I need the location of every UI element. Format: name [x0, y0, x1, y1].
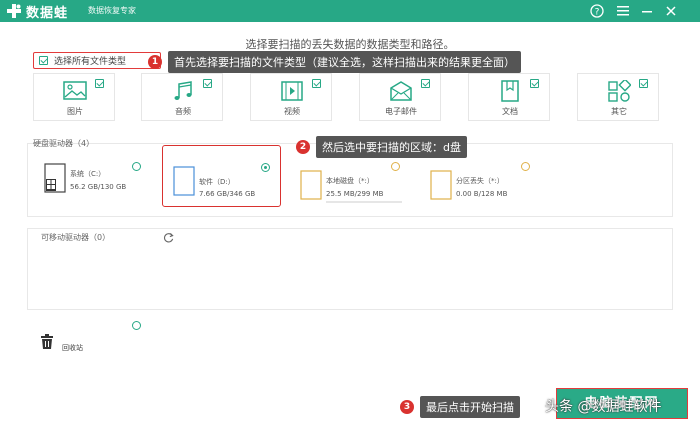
refresh-icon[interactable]: [163, 232, 174, 243]
drive-usage-bar: [326, 201, 402, 203]
callout-number: 1: [148, 55, 162, 69]
drive-d-radio[interactable]: [261, 163, 270, 172]
watermark-text: 头条 @数据蛙软件: [545, 399, 662, 415]
trash-icon: [41, 334, 53, 349]
checkbox-checked-icon: [530, 79, 539, 88]
file-type-label: 音频: [175, 107, 191, 116]
video-icon: [281, 81, 303, 101]
file-type-video[interactable]: 视频: [250, 73, 332, 121]
drive-size: 25.5 MB/299 MB: [326, 190, 384, 198]
other-icon: [608, 80, 631, 102]
close-icon[interactable]: [662, 2, 680, 20]
callout-text: 首先选择要扫描的文件类型（建议全选，这样扫描出来的结果更全面）: [168, 51, 521, 73]
recycle-bin-label: 回收站: [62, 344, 83, 352]
drive-local[interactable]: 本地磁盘（*:） 25.5 MB/299 MB: [294, 164, 409, 212]
page-heading: 选择要扫描的丢失数据的数据类型和路径。: [245, 38, 455, 51]
callout-text: 然后选中要扫描的区域：d盘: [316, 136, 467, 158]
drive-size: 56.2 GB/130 GB: [70, 183, 127, 191]
minimize-icon[interactable]: [638, 2, 656, 20]
svg-text:?: ?: [595, 8, 600, 18]
callout-number: 2: [296, 140, 310, 154]
drive-name: 系统（C:）: [70, 170, 106, 178]
drive-name: 本地磁盘（*:）: [326, 177, 374, 185]
file-type-label: 图片: [67, 107, 83, 116]
drive-local-radio[interactable]: [391, 162, 400, 171]
app-title: 数据蛙: [26, 6, 69, 21]
callout-1: 1 首先选择要扫描的文件类型（建议全选，这样扫描出来的结果更全面）: [148, 51, 521, 73]
drive-lost-partition[interactable]: 分区丢失（*:） 0.00 B/128 MB: [424, 164, 539, 212]
file-type-label: 文档: [502, 107, 518, 116]
drive-name: 软件（D:）: [199, 178, 235, 186]
drive-d[interactable]: 软件（D:） 7.66 GB/346 GB: [162, 145, 281, 207]
checkbox-checked-icon: [312, 79, 321, 88]
app-subtitle: 数据恢复专家: [88, 6, 136, 15]
checkbox-checked-icon: [421, 79, 430, 88]
music-icon: [174, 81, 192, 100]
logo-icon: [7, 4, 21, 18]
file-type-image[interactable]: 图片: [33, 73, 115, 121]
image-icon: [63, 81, 87, 100]
document-icon: [501, 80, 519, 102]
select-all-label: 选择所有文件类型: [54, 57, 127, 67]
file-type-label: 其它: [611, 107, 627, 116]
checkbox-checked-icon: [639, 79, 648, 88]
windows-drive-icon: [44, 163, 66, 193]
drive-size: 7.66 GB/346 GB: [199, 190, 256, 198]
drive-c-radio[interactable]: [132, 162, 141, 171]
removable-section-label: 可移动驱动器（0）: [41, 233, 111, 242]
checkbox-checked-icon: [203, 79, 212, 88]
help-icon[interactable]: ?: [588, 2, 606, 20]
recycle-bin-radio[interactable]: [132, 321, 141, 330]
file-type-other[interactable]: 其它: [577, 73, 659, 121]
drive-name: 分区丢失（*:）: [456, 177, 504, 185]
removable-drive-panel: [27, 228, 673, 310]
callout-text: 最后点击开始扫描: [420, 396, 520, 418]
checkbox-checked-icon: [39, 56, 48, 65]
file-type-label: 电子邮件: [385, 107, 417, 116]
email-icon: [390, 81, 412, 101]
hard-disk-section-label: 硬盘驱动器（4）: [33, 139, 95, 148]
file-type-audio[interactable]: 音频: [141, 73, 223, 121]
file-type-label: 视频: [284, 107, 300, 116]
callout-number: 3: [400, 400, 414, 414]
drive-icon: [173, 166, 195, 196]
checkbox-checked-icon: [95, 79, 104, 88]
recycle-bin[interactable]: 回收站: [38, 334, 98, 356]
drive-lost-partition-radio[interactable]: [521, 162, 530, 171]
drive-size: 0.00 B/128 MB: [456, 190, 508, 198]
title-bar: 数据蛙 数据恢复专家 ?: [0, 0, 700, 22]
drive-icon: [430, 170, 452, 200]
menu-icon[interactable]: [614, 2, 632, 20]
file-type-email[interactable]: 电子邮件: [359, 73, 441, 121]
file-type-document[interactable]: 文档: [468, 73, 550, 121]
drive-icon: [300, 170, 322, 200]
callout-3: 3 最后点击开始扫描: [400, 396, 520, 418]
callout-2: 2 然后选中要扫描的区域：d盘: [296, 136, 467, 158]
select-all-checkbox[interactable]: 选择所有文件类型: [33, 52, 161, 69]
